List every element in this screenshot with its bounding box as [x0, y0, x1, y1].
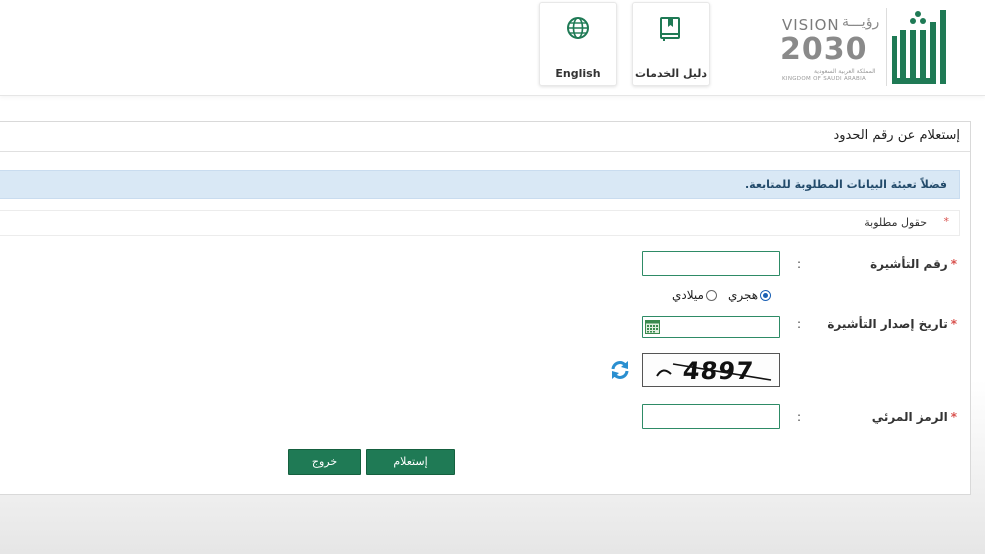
panel-divider [0, 151, 970, 152]
required-star: * [950, 257, 957, 271]
verification-code-label-text: الرمز المرئي [871, 410, 948, 424]
info-message-bar: فضلاً تعبئة البيانات المطلوبة للمتابعة. [0, 170, 960, 199]
english-label: English [555, 67, 601, 80]
hijri-radio[interactable] [760, 289, 772, 301]
globe-icon [567, 17, 589, 39]
visa-number-label-text: رقم التأشيرة [870, 257, 948, 271]
calendar-icon[interactable] [645, 320, 660, 334]
gregorian-radio[interactable] [705, 289, 717, 301]
colon: : [797, 317, 802, 331]
captcha-image: 4897 [642, 353, 780, 387]
required-star: * [950, 317, 957, 331]
required-star: * [950, 410, 957, 424]
required-fields-label: حقول مطلوبة [864, 216, 927, 229]
vision-2030-logo: VISION رؤيـــة 2030 المملكة العربية السع… [780, 14, 882, 84]
logo-divider [886, 8, 887, 86]
page: VISION رؤيـــة 2030 المملكة العربية السع… [0, 0, 985, 554]
inquiry-button[interactable]: إستعلام [366, 449, 455, 475]
vision-year: 2030 [780, 32, 868, 67]
services-guide-button[interactable]: دليل الخدمات [632, 2, 710, 86]
captcha-text: 4897 [681, 357, 756, 385]
verification-code-input[interactable] [642, 404, 780, 429]
issue-date-label-text: تاريخ إصدار التأشيرة [827, 317, 948, 331]
english-language-button[interactable]: English [539, 2, 617, 86]
hijri-radio-option[interactable]: هجري [728, 288, 772, 302]
colon: : [797, 257, 802, 271]
colon: : [797, 410, 802, 424]
panel-title: إستعلام عن رقم الحدود [833, 128, 960, 143]
exit-button[interactable]: خروج [288, 449, 361, 475]
verification-code-label: *الرمز المرئي [872, 410, 957, 424]
visa-number-label: *رقم التأشيرة [870, 257, 957, 271]
services-guide-label: دليل الخدمات [634, 67, 708, 80]
info-message: فضلاً تعبئة البيانات المطلوبة للمتابعة. [744, 178, 947, 191]
gregorian-radio-option[interactable]: ميلادي [672, 288, 717, 302]
vision-arabic-title: رؤيـــة [842, 14, 880, 30]
book-icon [660, 17, 680, 41]
issue-date-input[interactable] [642, 316, 780, 338]
refresh-icon[interactable] [609, 359, 631, 381]
hijri-label: هجري [728, 288, 759, 302]
absher-logo[interactable] [888, 2, 950, 88]
visa-number-input[interactable] [642, 251, 780, 276]
header: VISION رؤيـــة 2030 المملكة العربية السع… [0, 0, 985, 96]
gregorian-label: ميلادي [672, 288, 704, 302]
kingdom-english: KINGDOM OF SAUDI ARABIA [782, 76, 867, 82]
kingdom-arabic: المملكة العربية السعودية [814, 68, 876, 75]
required-star: * [943, 215, 950, 228]
required-fields-note: * حقول مطلوبة [0, 210, 960, 236]
issue-date-label: *تاريخ إصدار التأشيرة [827, 317, 957, 331]
